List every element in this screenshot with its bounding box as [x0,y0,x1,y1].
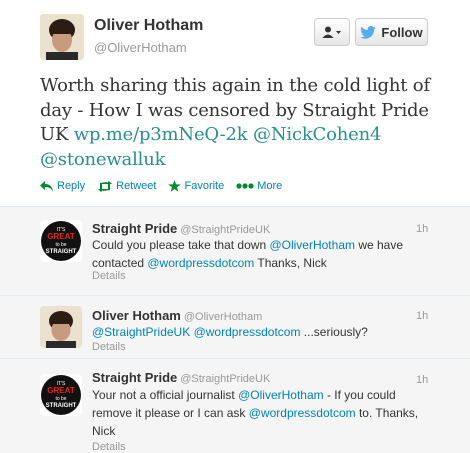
reply-author-handle[interactable]: @StraightPrideUK [180,224,270,236]
reply-label: Reply [57,180,86,192]
main-tweet: Oliver Hotham @OliverHotham Follow Worth… [0,0,470,206]
tweet-actions: Reply Retweet Favorite More [40,180,282,192]
avatar[interactable]: IT'S GREAT to be STRAIGHT [40,374,82,416]
tweet-link[interactable]: wp.me/p3mNeQ-2k [74,124,248,145]
retweet-action[interactable]: Retweet [97,180,156,192]
reply-text: Your not a official journalist @OliverHo… [92,386,427,440]
mention-link[interactable]: @StraightPrideUK [92,325,190,339]
reply-timestamp[interactable]: 1h [416,310,428,322]
avatar-text: GREAT [47,232,75,241]
avatar[interactable] [40,14,84,60]
follow-button[interactable]: Follow [355,18,428,46]
avatar-text: STRAIGHT [46,403,77,409]
reply-header: Straight Pride @StraightPrideUK [92,221,270,236]
avatar-text: to be [55,242,66,248]
retweet-icon [98,180,113,192]
list-item[interactable]: Oliver Hotham @OliverHotham 1h @StraightP… [0,296,470,359]
avatar-text: to be [55,396,66,402]
mention-link[interactable]: @OliverHotham [238,388,324,402]
user-actions-button[interactable] [314,18,350,46]
avatar[interactable] [40,306,82,348]
reply-author-name[interactable]: Straight Pride [92,370,177,385]
details-link[interactable]: Details [92,441,126,453]
list-item[interactable]: IT'S GREAT to be STRAIGHT Straight Pride… [0,359,470,453]
follow-label: Follow [381,24,423,40]
reply-author-handle[interactable]: @StraightPrideUK [180,373,270,385]
twitter-bird-icon [360,25,377,39]
reply-timestamp[interactable]: 1h [416,223,428,235]
avatar-text: GREAT [47,386,75,395]
favorite-label: Favorite [184,180,225,192]
retweet-label: Retweet [116,180,157,192]
mention-link[interactable]: @stonewalluk [40,149,166,170]
mention-link[interactable]: @wordpressdotcom [249,406,356,420]
mention-link[interactable]: @OliverHotham [269,238,355,252]
reply-text: Could you please take that down @OliverH… [92,236,427,272]
mention-link[interactable]: @wordpressdotcom [194,325,301,339]
reply-author-name[interactable]: Oliver Hotham [92,308,181,323]
reply-header: Straight Pride @StraightPrideUK [92,370,270,385]
reply-timestamp[interactable]: 1h [416,374,428,386]
star-icon [168,180,182,192]
details-link[interactable]: Details [92,341,126,353]
author-handle[interactable]: @OliverHotham [94,40,187,55]
reply-header: Oliver Hotham @OliverHotham [92,308,262,323]
avatar[interactable]: IT'S GREAT to be STRAIGHT [40,220,82,262]
more-label: More [257,180,283,192]
user-dropdown-icon [322,26,341,38]
more-dots-icon [236,183,254,189]
reply-text-part: ...seriously? [300,325,368,339]
reply-icon [40,180,53,191]
mention-link[interactable]: @NickCohen4 [253,124,381,145]
details-link[interactable]: Details [92,270,126,282]
author-name[interactable]: Oliver Hotham [94,17,203,35]
reply-text-part: Could you please take that down [92,238,270,252]
tweet-text: Worth sharing this again in the cold lig… [40,74,440,172]
reply-action[interactable]: Reply [40,180,85,192]
reply-text-part: Thanks, Nick [254,256,327,270]
list-item[interactable]: IT'S GREAT to be STRAIGHT Straight Pride… [0,207,470,296]
reply-text-part: Your not a official journalist [92,388,239,402]
reply-text: @StraightPrideUK @wordpressdotcom ...ser… [92,323,427,341]
avatar-text: STRAIGHT [46,249,77,255]
favorite-action[interactable]: Favorite [168,180,224,192]
replies-list: IT'S GREAT to be STRAIGHT Straight Pride… [0,206,470,453]
reply-author-handle[interactable]: @OliverHotham [184,311,262,323]
more-action[interactable]: More [236,180,282,192]
reply-author-name[interactable]: Straight Pride [92,221,177,236]
mention-link[interactable]: @wordpressdotcom [147,256,254,270]
